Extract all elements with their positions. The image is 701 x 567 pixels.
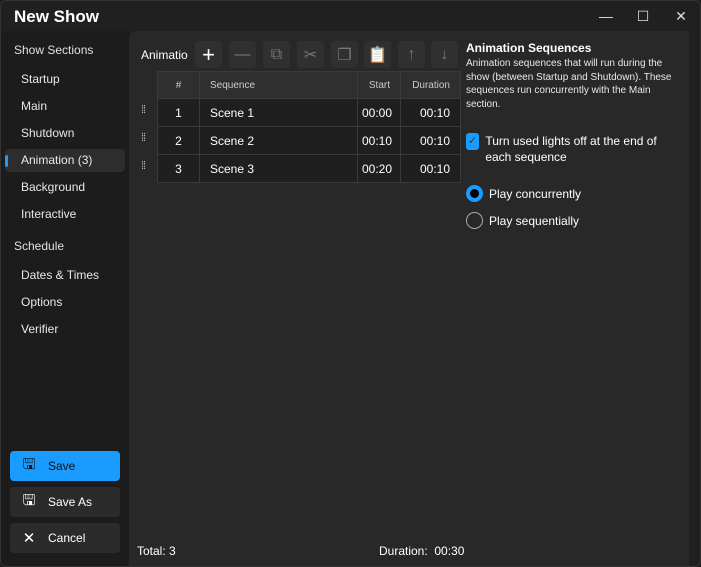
window-title: New Show: [14, 7, 100, 26]
table-row[interactable]: 3 Scene 3 00:20 00:10: [157, 154, 461, 183]
col-duration: Duration: [400, 71, 461, 99]
radio-unselected-icon: [466, 212, 483, 229]
add-icon[interactable]: +: [195, 41, 222, 68]
row-duration[interactable]: 00:10: [400, 98, 461, 127]
checkbox-label: Turn used lights off at the end of each …: [485, 134, 657, 164]
checkmark-icon: ✓: [466, 133, 480, 150]
row-duration[interactable]: 00:10: [400, 126, 461, 155]
show-sections-header: Show Sections: [14, 43, 94, 57]
sidebar-item-verifier[interactable]: Verifier: [5, 318, 125, 341]
row-sequence[interactable]: Scene 2: [199, 126, 358, 155]
copy-icon[interactable]: ❐: [331, 41, 358, 68]
col-num: #: [157, 71, 200, 99]
sidebar-item-startup[interactable]: Startup: [5, 68, 125, 91]
paste-icon[interactable]: 📋: [364, 41, 391, 68]
sidebar-item-options[interactable]: Options: [5, 291, 125, 314]
total-duration: Duration: 00:30: [379, 544, 465, 558]
panel-description: Animation sequences that will run during…: [466, 58, 672, 110]
close-button[interactable]: ✕: [664, 1, 698, 31]
drag-handle-icon[interactable]: ⁞⁞: [141, 104, 146, 116]
window: New Show — ☐ ✕ Show Sections Startup Mai…: [0, 0, 701, 567]
total-count: Total: 3: [137, 544, 176, 558]
maximize-button[interactable]: ☐: [626, 1, 660, 31]
row-num: 2: [157, 126, 200, 155]
sidebar-item-shutdown[interactable]: Shutdown: [5, 122, 125, 145]
cancel-icon: ✕: [22, 530, 36, 547]
duplicate-icon[interactable]: ⧉: [263, 41, 290, 68]
row-start: 00:00: [357, 98, 401, 127]
sequence-table: # Sequence Start Duration 1 Scene 1 00:0…: [157, 71, 461, 183]
radio-label: Play sequentially: [489, 213, 580, 228]
save-as-button[interactable]: 🖫 Save As: [10, 487, 120, 517]
cancel-label: Cancel: [48, 531, 86, 545]
sidebar-item-main[interactable]: Main: [5, 95, 125, 118]
drag-handle-icon[interactable]: ⁞⁞: [141, 132, 146, 144]
save-icon: 🖫: [22, 455, 36, 473]
table-row[interactable]: 1 Scene 1 00:00 00:10: [157, 98, 461, 127]
row-duration[interactable]: 00:10: [400, 154, 461, 183]
sidebar-item-animation[interactable]: Animation (3): [5, 149, 125, 172]
move-up-icon[interactable]: ↑: [398, 41, 425, 68]
panel-title: Animation Sequences: [466, 41, 592, 55]
cancel-button[interactable]: ✕ Cancel: [10, 523, 120, 553]
info-panel: Animation Sequences Animation sequences …: [466, 41, 686, 229]
toolbar-label: Animatio: [141, 48, 188, 62]
table-row[interactable]: 2 Scene 2 00:10 00:10: [157, 126, 461, 155]
save-label: Save: [48, 459, 76, 473]
drag-handle-icon[interactable]: ⁞⁞: [141, 160, 146, 172]
row-start: 00:20: [357, 154, 401, 183]
sidebar-item-background[interactable]: Background: [5, 176, 125, 199]
col-start: Start: [357, 71, 401, 99]
radio-selected-icon: [466, 185, 483, 202]
play-concurrently-radio[interactable]: Play concurrently: [466, 185, 686, 202]
save-as-icon: 🖫: [22, 491, 36, 509]
row-num: 3: [157, 154, 200, 183]
move-down-icon[interactable]: ↓: [431, 41, 458, 68]
sidebar: Show Sections Startup Main Shutdown Anim…: [1, 31, 129, 566]
save-as-label: Save As: [48, 495, 93, 509]
minimize-button[interactable]: —: [589, 1, 623, 31]
col-sequence: Sequence: [199, 71, 358, 99]
row-start: 00:10: [357, 126, 401, 155]
row-sequence[interactable]: Scene 3: [199, 154, 358, 183]
row-sequence[interactable]: Scene 1: [199, 98, 358, 127]
remove-icon[interactable]: —: [229, 41, 256, 68]
save-button[interactable]: 🖫 Save: [10, 451, 120, 481]
cut-icon[interactable]: ✂: [297, 41, 324, 68]
turn-off-lights-checkbox[interactable]: ✓ Turn used lights off at the end of eac…: [466, 133, 686, 165]
sidebar-item-dates-times[interactable]: Dates & Times: [5, 264, 125, 287]
sidebar-item-interactive[interactable]: Interactive: [5, 203, 125, 226]
row-num: 1: [157, 98, 200, 127]
schedule-header: Schedule: [14, 239, 65, 253]
radio-label: Play concurrently: [489, 186, 582, 201]
play-sequentially-radio[interactable]: Play sequentially: [466, 212, 686, 229]
